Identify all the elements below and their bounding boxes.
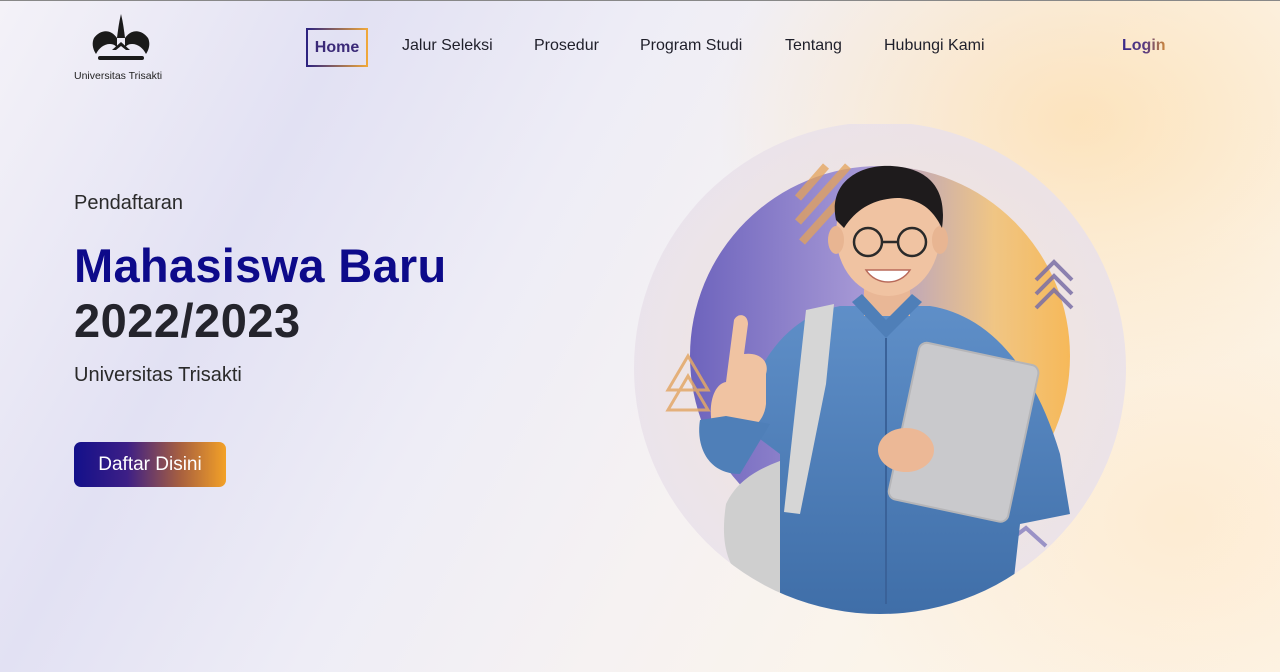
- hero-illustration: [634, 124, 1126, 614]
- hero-title-line1: Mahasiswa Baru: [74, 239, 447, 292]
- nav-program-studi[interactable]: Program Studi: [640, 28, 742, 67]
- register-button[interactable]: Daftar Disini: [74, 442, 226, 487]
- nav-home[interactable]: Home: [306, 28, 368, 67]
- hero-title-line2: 2022/2023: [74, 294, 301, 347]
- window-top-border: [0, 0, 1280, 1]
- logo-text: Universitas Trisakti: [74, 70, 163, 82]
- university-logo[interactable]: Universitas Trisakti: [70, 12, 174, 84]
- hero-subtitle: Universitas Trisakti: [74, 364, 242, 386]
- nav-hubungi-kami[interactable]: Hubungi Kami: [884, 28, 985, 67]
- login-link[interactable]: Login: [1122, 28, 1166, 63]
- nav-tentang[interactable]: Tentang: [785, 28, 842, 67]
- nav-prosedur[interactable]: Prosedur: [534, 28, 599, 67]
- hero-eyebrow: Pendaftaran: [74, 192, 183, 214]
- university-logo-icon: [92, 14, 150, 60]
- nav-jalur-seleksi[interactable]: Jalur Seleksi: [402, 28, 493, 67]
